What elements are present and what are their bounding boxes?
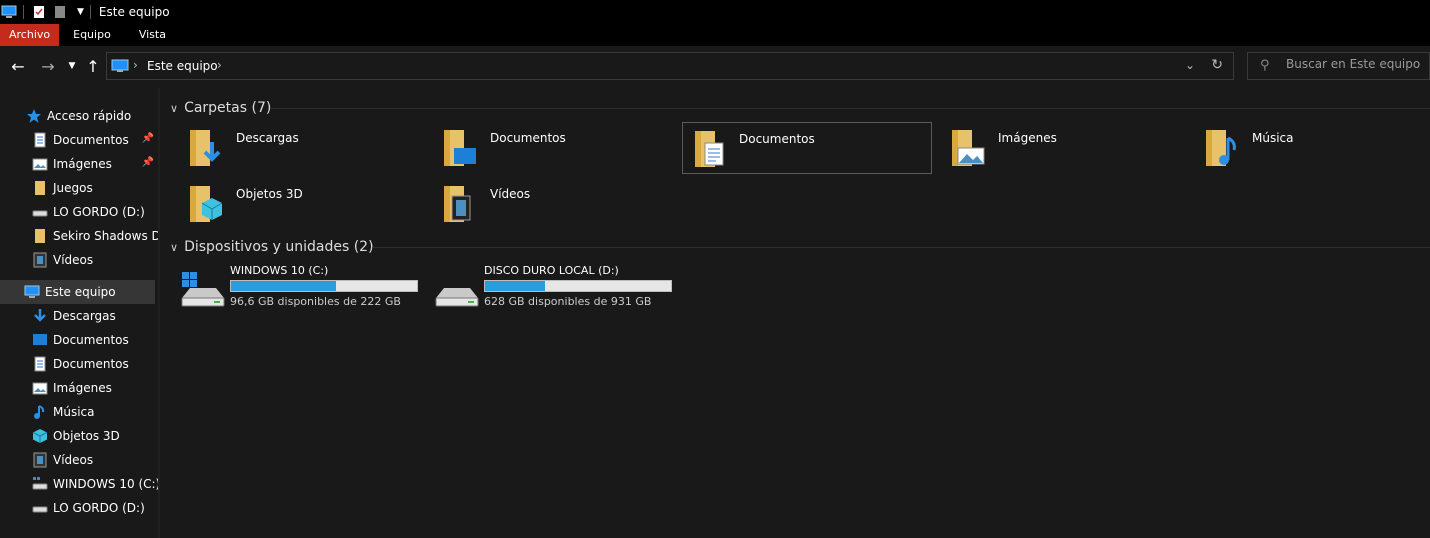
sidebar-item-musica[interactable]: Música bbox=[0, 400, 158, 424]
download-icon bbox=[32, 308, 48, 324]
windows-drive-icon bbox=[32, 476, 48, 492]
drive-icon bbox=[32, 204, 48, 220]
folder-objetos-3d[interactable]: Objetos 3D bbox=[180, 178, 430, 230]
ribbon-tabs: Archivo Equipo Vista bbox=[0, 24, 1430, 46]
chevron-right-icon[interactable]: › bbox=[133, 58, 138, 72]
address-dropdown-icon[interactable]: ⌄ bbox=[1185, 58, 1195, 72]
folder-documentos[interactable]: Documentos bbox=[682, 122, 932, 174]
refresh-icon[interactable]: ↻ bbox=[1211, 57, 1223, 73]
download-folder-icon bbox=[184, 126, 224, 170]
drive-usage-bar bbox=[230, 280, 418, 292]
folder-imagenes[interactable]: Imágenes bbox=[942, 122, 1192, 174]
folder-icon bbox=[32, 180, 48, 196]
computer-icon[interactable] bbox=[1, 4, 17, 20]
pin-icon: 📌 bbox=[141, 157, 154, 168]
folder-descargas[interactable]: Descargas bbox=[180, 122, 430, 174]
sidebar-item-windows-c[interactable]: WINDOWS 10 (C:) bbox=[0, 472, 158, 496]
up-button[interactable]: ↑ bbox=[84, 56, 102, 76]
sidebar-item-descargas[interactable]: Descargas bbox=[0, 304, 158, 328]
drive-usage-fill bbox=[231, 281, 337, 291]
chevron-right-icon[interactable]: › bbox=[217, 58, 222, 72]
tab-equipo[interactable]: Equipo bbox=[59, 24, 125, 46]
sidebar-item-juegos[interactable]: Juegos bbox=[0, 176, 158, 200]
forward-button[interactable]: → bbox=[39, 56, 57, 76]
content-pane: ∨ Carpetas (7) Descargas Documentos Docu… bbox=[160, 88, 1430, 538]
tab-archivo[interactable]: Archivo bbox=[0, 24, 60, 46]
drive-icon bbox=[434, 270, 480, 310]
drive-windows-c[interactable]: WINDOWS 10 (C:) 96,6 GB disponibles de 2… bbox=[180, 264, 430, 314]
sidebar-item-documentos[interactable]: Documentos bbox=[0, 352, 158, 376]
drive-usage-bar bbox=[484, 280, 672, 292]
back-button[interactable]: ← bbox=[9, 56, 27, 76]
sidebar-item-este-equipo[interactable]: Este equipo bbox=[0, 280, 155, 304]
3d-objects-folder-icon bbox=[184, 182, 224, 226]
pictures-icon bbox=[32, 156, 48, 172]
group-header-devices[interactable]: ∨ Dispositivos y unidades (2) bbox=[170, 237, 374, 257]
tab-vista[interactable]: Vista bbox=[125, 24, 180, 46]
sidebar-item-sekiro[interactable]: Sekiro Shadows Die bbox=[0, 224, 158, 248]
star-icon bbox=[26, 108, 42, 124]
group-divider bbox=[270, 108, 1430, 109]
music-folder-icon bbox=[1200, 126, 1240, 170]
folder-documentos-desktop[interactable]: Documentos bbox=[434, 122, 684, 174]
arrow-left-icon: ← bbox=[11, 56, 25, 76]
sidebar-item-imagenes[interactable]: Imágenes bbox=[0, 376, 158, 400]
documents-folder-icon bbox=[687, 127, 727, 171]
chevron-down-icon: ∨ bbox=[170, 101, 179, 115]
sidebar-item-lo-gordo[interactable]: LO GORDO (D:) bbox=[0, 200, 158, 224]
sidebar-item-desktop[interactable]: Documentos bbox=[0, 328, 158, 352]
arrow-right-icon: → bbox=[41, 56, 55, 76]
search-box[interactable]: ⚲ bbox=[1247, 52, 1430, 80]
documents-icon bbox=[32, 132, 48, 148]
new-folder-icon[interactable] bbox=[53, 4, 69, 20]
pin-icon: 📌 bbox=[141, 133, 154, 144]
arrow-up-icon: ↑ bbox=[86, 56, 100, 76]
group-header-folders[interactable]: ∨ Carpetas (7) bbox=[170, 98, 271, 118]
title-bar: ▼ Este equipo bbox=[0, 0, 1430, 24]
folder-icon bbox=[32, 228, 48, 244]
computer-icon bbox=[24, 284, 40, 300]
chevron-down-icon: ∨ bbox=[170, 240, 179, 254]
search-input[interactable] bbox=[1286, 57, 1426, 71]
quick-access-dropdown-icon[interactable]: ▼ bbox=[77, 7, 84, 17]
pictures-icon bbox=[32, 380, 48, 396]
title-separator-2 bbox=[89, 5, 91, 19]
address-bar[interactable]: › Este equipo › ⌄ ↻ bbox=[106, 52, 1234, 80]
folder-musica[interactable]: Música bbox=[1196, 122, 1430, 174]
sidebar-item-videos-quick[interactable]: Vídeos bbox=[0, 248, 158, 272]
drive-disco-d[interactable]: DISCO DURO LOCAL (D:) 628 GB disponibles… bbox=[434, 264, 684, 314]
computer-icon bbox=[111, 59, 129, 76]
drive-icon bbox=[32, 500, 48, 516]
window-title: Este equipo bbox=[98, 5, 170, 19]
videos-icon bbox=[32, 452, 48, 468]
folder-videos[interactable]: Vídeos bbox=[434, 178, 684, 230]
sidebar-item-objetos-3d[interactable]: Objetos 3D bbox=[0, 424, 158, 448]
navigation-bar: ← → ▼ ↑ › Este equipo › ⌄ ↻ ⚲ bbox=[0, 46, 1430, 88]
sidebar-item-lo-gordo-d[interactable]: LO GORDO (D:) bbox=[0, 496, 158, 520]
sidebar-item-documents-pinned[interactable]: Documentos 📌 bbox=[0, 128, 158, 152]
cube-icon bbox=[32, 428, 48, 444]
videos-folder-icon bbox=[438, 182, 478, 226]
pictures-folder-icon bbox=[946, 126, 986, 170]
navigation-pane: Acceso rápido Documentos 📌 Imágenes 📌 Ju… bbox=[0, 100, 158, 538]
title-separator bbox=[23, 5, 24, 19]
desktop-icon bbox=[32, 332, 48, 348]
group-divider bbox=[372, 247, 1430, 248]
windows-drive-icon bbox=[180, 270, 226, 310]
documents-icon bbox=[32, 356, 48, 372]
search-icon: ⚲ bbox=[1260, 58, 1270, 73]
recent-locations-button[interactable]: ▼ bbox=[63, 56, 81, 76]
properties-icon[interactable] bbox=[31, 4, 47, 20]
chevron-down-icon: ▼ bbox=[68, 61, 76, 71]
music-icon bbox=[32, 404, 48, 420]
breadcrumb[interactable]: Este equipo bbox=[147, 59, 218, 73]
drive-usage-fill bbox=[485, 281, 546, 291]
videos-icon bbox=[32, 252, 48, 268]
sidebar-item-quick-access[interactable]: Acceso rápido bbox=[0, 104, 158, 128]
sidebar-item-pictures-pinned[interactable]: Imágenes 📌 bbox=[0, 152, 158, 176]
desktop-folder-icon bbox=[438, 126, 478, 170]
sidebar-item-videos[interactable]: Vídeos bbox=[0, 448, 158, 472]
